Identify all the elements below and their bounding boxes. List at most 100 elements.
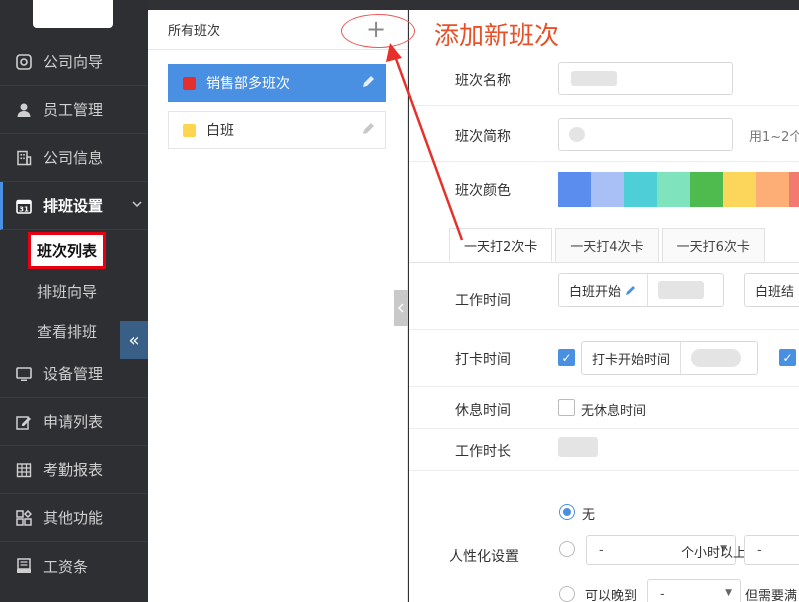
sidebar-item-scheduling[interactable]: 31 排班设置 — [0, 182, 148, 230]
shift-form: 班次名称 班次简称 用1~2个 班次颜色 一天打2次卡 一天打4次卡 一天打6次… — [409, 10, 799, 602]
shift-short-input[interactable] — [558, 118, 733, 151]
rest-time-label: 休息时间 — [455, 403, 511, 419]
work-end-group[interactable]: 白班结 — [744, 273, 799, 307]
sidebar: 公司向导 员工管理 公司信息 31 排班设置 班次列表 排班向导 查看排班 设备… — [0, 0, 148, 602]
humanize-none-radio[interactable] — [559, 504, 575, 520]
shift-list-panel: 所有班次 + 销售部多班次 白班 — [148, 10, 408, 602]
punch-start-group[interactable]: 打卡开始时间 — [581, 341, 758, 375]
sidebar-item-payslip[interactable]: 工资条 — [0, 542, 148, 590]
humanize-none-text: 无 — [582, 508, 596, 523]
sidebar-item-company-guide[interactable]: 公司向导 — [0, 38, 148, 86]
sidebar-item-label: 公司向导 — [43, 53, 104, 71]
sidebar-item-label: 排班设置 — [43, 197, 104, 215]
tab-punch-2[interactable]: 一天打2次卡 — [449, 228, 553, 262]
punch-start-text: 打卡开始时间 — [582, 342, 682, 374]
collapse-sidebar-button[interactable]: « — [120, 321, 148, 359]
logo — [33, 0, 113, 28]
compass-icon — [15, 53, 33, 71]
color-swatch-6[interactable] — [756, 172, 789, 207]
pencil-icon[interactable] — [361, 122, 375, 140]
sidebar-item-staff[interactable]: 员工管理 — [0, 86, 148, 134]
annotation-text: 添加新班次 — [434, 21, 560, 50]
panel-resize-handle[interactable] — [394, 290, 408, 326]
svg-text:31: 31 — [19, 205, 29, 213]
late-select-value: - — [660, 586, 665, 602]
shift-item-label: 白班 — [206, 123, 234, 139]
late-text: 可以晚到 — [585, 589, 638, 602]
sidebar-item-company-info[interactable]: 公司信息 — [0, 134, 148, 182]
sidebar-item-label: 员工管理 — [43, 101, 104, 119]
shift-name-label: 班次名称 — [455, 73, 511, 89]
color-swatch-1[interactable] — [591, 172, 624, 207]
top-bar — [148, 0, 799, 10]
row-work-time: 工作时间 白班开始 白班结 — [409, 262, 799, 330]
annotation-ellipse — [341, 14, 415, 48]
color-swatch-0[interactable] — [558, 172, 591, 207]
apps-icon — [15, 509, 33, 527]
shift-color-label: 班次颜色 — [455, 183, 511, 199]
sidebar-item-attendance-report[interactable]: 考勤报表 — [0, 446, 148, 494]
work-start-group[interactable]: 白班开始 — [558, 273, 724, 307]
no-rest-checkbox[interactable] — [558, 399, 575, 416]
work-start-text: 白班开始 — [569, 284, 622, 300]
subnav-shift-list[interactable]: 班次列表 — [28, 232, 107, 269]
shift-short-hint: 用1~2个 — [749, 130, 799, 145]
shift-color-swatch — [183, 123, 196, 137]
shift-name-input[interactable] — [558, 62, 733, 95]
caret-down-icon: ▼ — [725, 588, 732, 598]
tab-punch-6[interactable]: 一天打6次卡 — [661, 228, 765, 262]
row-work-duration: 工作时长 — [409, 429, 799, 471]
redacted-value — [571, 71, 617, 86]
late-tail-text: 但需要满 — [745, 589, 798, 602]
redacted-value — [691, 349, 742, 367]
color-swatch-7[interactable] — [789, 172, 799, 207]
tab-punch-4[interactable]: 一天打4次卡 — [555, 228, 659, 262]
no-rest-text: 无休息时间 — [581, 404, 647, 419]
punch-end-checkbox[interactable]: ✓ — [779, 349, 796, 366]
grid-icon — [15, 461, 33, 479]
work-duration-label: 工作时长 — [455, 444, 511, 460]
shift-color-swatch — [183, 76, 196, 90]
pencil-icon — [625, 284, 637, 296]
sidebar-item-applications[interactable]: 申请列表 — [0, 398, 148, 446]
work-end-text: 白班结 — [755, 284, 795, 300]
redacted-value — [658, 281, 705, 299]
row-shift-name: 班次名称 — [409, 50, 799, 106]
option2-select-b[interactable]: - — [744, 535, 799, 565]
sidebar-item-label: 考勤报表 — [43, 461, 104, 479]
redacted-value — [558, 437, 598, 457]
shift-item-sales[interactable]: 销售部多班次 — [168, 64, 386, 102]
sidebar-item-other-functions[interactable]: 其他功能 — [0, 494, 148, 542]
sidebar-item-label: 其他功能 — [43, 509, 104, 527]
shift-item-label: 销售部多班次 — [206, 76, 290, 92]
color-swatch-4[interactable] — [690, 172, 723, 207]
monitor-icon — [15, 365, 33, 383]
color-swatch-5[interactable] — [723, 172, 756, 207]
edit-icon — [15, 413, 33, 431]
building-icon — [15, 149, 33, 167]
subnav-view-schedule[interactable]: 查看排班 — [37, 321, 97, 342]
row-punch-time: 打卡时间 ✓ 打卡开始时间 ✓ — [409, 330, 799, 387]
humanize-late-radio[interactable] — [559, 586, 575, 602]
calendar-icon: 31 — [15, 197, 33, 215]
sidebar-item-label: 申请列表 — [43, 413, 104, 431]
option2-text: 个小时以上 — [681, 546, 747, 561]
shift-panel-title: 所有班次 — [168, 24, 221, 39]
color-swatch-2[interactable] — [624, 172, 657, 207]
payslip-icon — [15, 557, 33, 575]
sidebar-item-label: 设备管理 — [43, 365, 104, 383]
option2-select-value: - — [599, 542, 604, 558]
row-shift-short: 班次简称 用1~2个 — [409, 106, 799, 162]
shift-short-label: 班次简称 — [455, 129, 511, 145]
color-swatch-3[interactable] — [657, 172, 690, 207]
subnav-schedule-wizard[interactable]: 排班向导 — [37, 281, 97, 302]
punch-start-checkbox[interactable]: ✓ — [558, 349, 575, 366]
pencil-icon[interactable] — [361, 75, 375, 93]
option2-select-b-value: - — [757, 542, 762, 558]
user-icon — [15, 101, 33, 119]
work-start-label: 白班开始 — [559, 274, 649, 306]
humanize-option2-radio[interactable] — [559, 541, 575, 557]
row-rest-time: 休息时间 无休息时间 — [409, 387, 799, 429]
late-select[interactable]: - ▼ — [647, 579, 741, 602]
shift-item-day[interactable]: 白班 — [168, 111, 386, 149]
